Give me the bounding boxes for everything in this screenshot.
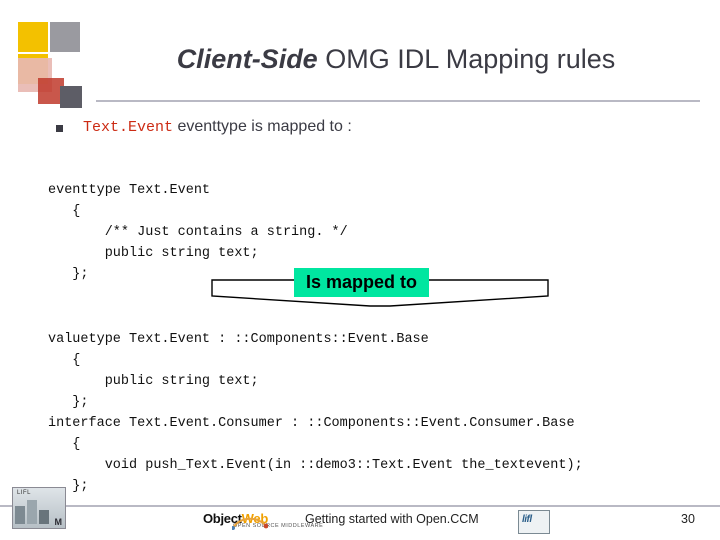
lifl-logo-bar-3 bbox=[39, 510, 49, 524]
bullet-square-icon bbox=[56, 124, 63, 132]
bullet-item: Text.Event eventtype is mapped to : bbox=[56, 118, 352, 136]
lifl-logo-mark: M bbox=[54, 517, 63, 527]
decorative-squares bbox=[0, 0, 96, 110]
lifl-logo-footer-text: lifl bbox=[522, 514, 532, 525]
yellow-square-icon bbox=[18, 22, 48, 52]
slide-title-rest: OMG IDL Mapping rules bbox=[317, 44, 616, 74]
lifl-logo-bottom-left: LIFL M bbox=[12, 487, 66, 529]
grey-square-icon bbox=[50, 22, 80, 52]
title-divider bbox=[96, 100, 700, 102]
page-number: 30 bbox=[681, 512, 695, 526]
bullet-code-term: Text.Event bbox=[83, 119, 174, 136]
bullet-text: Text.Event eventtype is mapped to : bbox=[83, 118, 352, 136]
code-block-mapping: valuetype Text.Event : ::Components::Eve… bbox=[48, 331, 583, 494]
mapped-to-banner: Is mapped to bbox=[210, 262, 550, 310]
slide-title: Client-Side OMG IDL Mapping rules bbox=[96, 44, 696, 75]
footer-divider bbox=[0, 505, 720, 507]
lifl-logo-footer: lifl bbox=[518, 510, 550, 534]
dark-square-icon bbox=[60, 86, 82, 108]
lifl-logo-caption: LIFL bbox=[17, 490, 32, 496]
lifl-logo-bar-2 bbox=[27, 500, 37, 524]
slide-title-emphasis: Client-Side bbox=[176, 44, 318, 74]
lifl-logo-bar-1 bbox=[15, 506, 25, 524]
bullet-text-rest: eventtype is mapped to : bbox=[173, 118, 352, 135]
footer-text: Getting started with Open.CCM bbox=[305, 512, 479, 526]
mapped-to-label: Is mapped to bbox=[294, 268, 430, 297]
objectweb-swoosh-icon bbox=[232, 517, 268, 530]
